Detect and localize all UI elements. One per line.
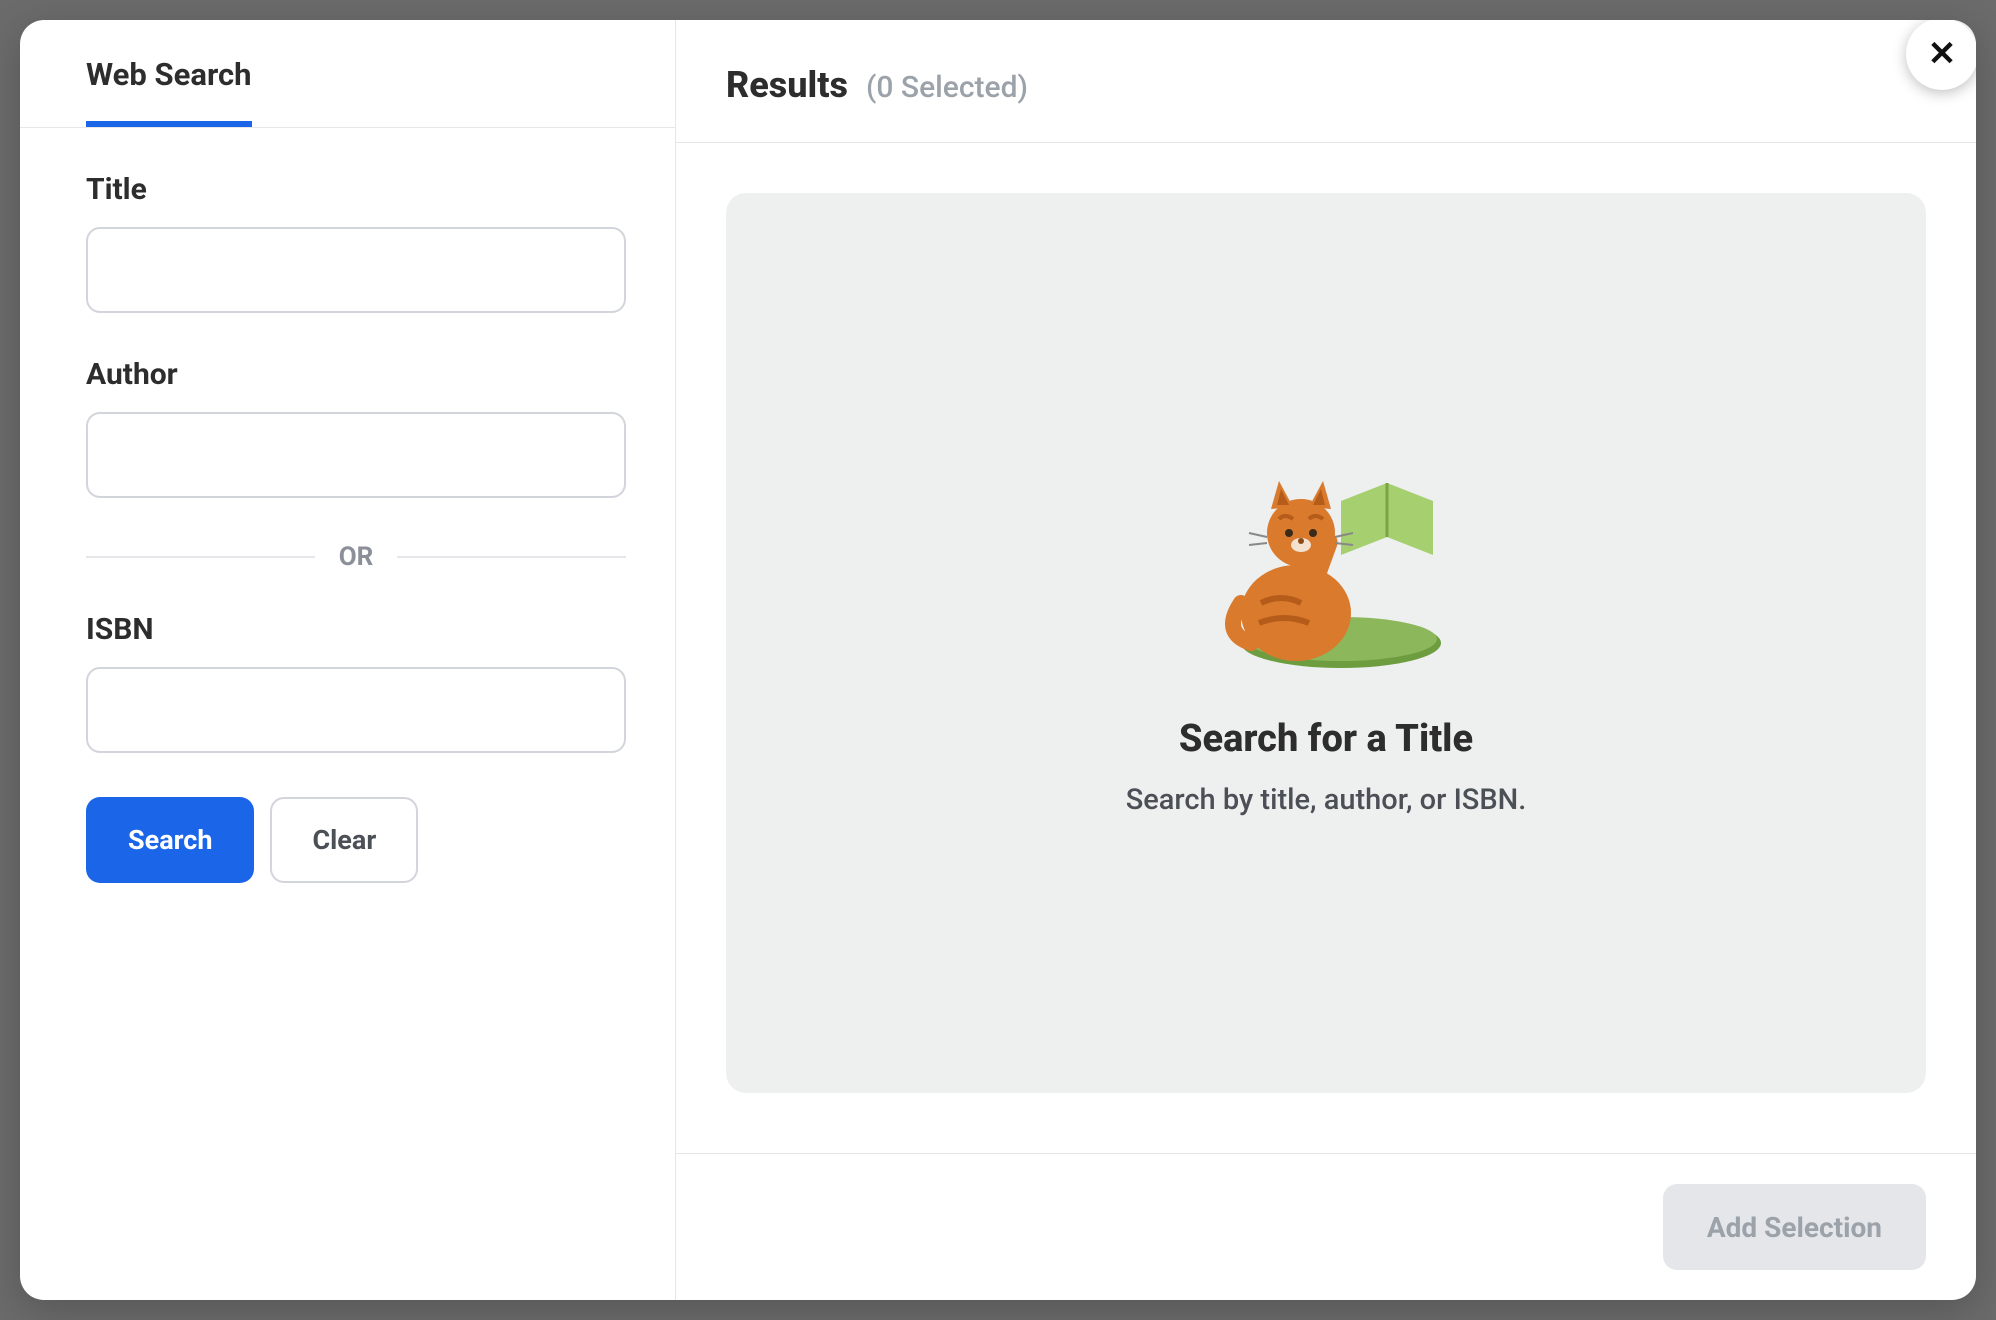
separator-text: OR — [339, 542, 374, 572]
results-header: Results (0 Selected) — [676, 20, 1976, 143]
close-icon: ✕ — [1928, 34, 1957, 74]
isbn-field-block: ISBN — [86, 612, 609, 753]
title-input[interactable] — [86, 227, 626, 313]
or-separator: OR — [86, 542, 626, 572]
close-button[interactable]: ✕ — [1906, 20, 1976, 90]
clear-button[interactable]: Clear — [270, 797, 418, 883]
results-footer: Add Selection — [676, 1153, 1976, 1300]
results-pane: Results (0 Selected) — [676, 20, 1976, 1300]
author-label: Author — [86, 357, 609, 392]
results-selected-count: (0 Selected) — [866, 70, 1028, 105]
author-field-block: Author — [86, 357, 609, 498]
title-field-block: Title — [86, 172, 609, 313]
title-label: Title — [86, 172, 609, 207]
separator-line-right — [397, 556, 626, 558]
isbn-input[interactable] — [86, 667, 626, 753]
cat-reading-icon — [1211, 463, 1441, 677]
separator-line-left — [86, 556, 315, 558]
results-body: Search for a Title Search by title, auth… — [676, 143, 1976, 1153]
empty-state-title: Search for a Title — [1179, 717, 1473, 761]
search-modal: ✕ Web Search Title Author OR ISBN — [20, 20, 1976, 1300]
results-title: Results — [726, 64, 848, 106]
left-header: Web Search — [20, 20, 675, 128]
search-button[interactable]: Search — [86, 797, 254, 883]
search-form: Title Author OR ISBN Search Clear — [20, 128, 675, 883]
empty-state-panel: Search for a Title Search by title, auth… — [726, 193, 1926, 1093]
add-selection-button[interactable]: Add Selection — [1663, 1184, 1926, 1270]
search-form-pane: Web Search Title Author OR ISBN Searc — [20, 20, 676, 1300]
isbn-label: ISBN — [86, 612, 609, 647]
form-button-row: Search Clear — [86, 797, 609, 883]
tab-web-search[interactable]: Web Search — [86, 56, 252, 127]
empty-state-subtitle: Search by title, author, or ISBN. — [1126, 783, 1527, 817]
author-input[interactable] — [86, 412, 626, 498]
